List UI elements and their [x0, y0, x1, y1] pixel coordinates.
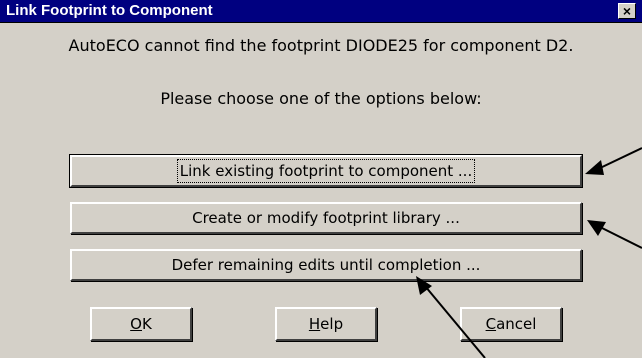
cancel-button[interactable]: Cancel — [460, 307, 562, 341]
defer-edits-label: Defer remaining edits until completion .… — [171, 256, 481, 274]
create-modify-library-button[interactable]: Create or modify footprint library ... — [70, 202, 582, 234]
ok-button[interactable]: OK — [90, 307, 192, 341]
instruction-message: Please choose one of the options below: — [160, 89, 482, 108]
callout-arrow-create — [587, 220, 642, 249]
create-modify-library-label: Create or modify footprint library ... — [192, 209, 460, 227]
callout-arrow-link — [585, 147, 642, 175]
ok-label: OK — [130, 315, 152, 333]
window-title: Link Footprint to Component — [6, 2, 213, 19]
help-label: Help — [308, 315, 344, 333]
help-button[interactable]: Help — [275, 307, 377, 341]
cancel-label: Cancel — [485, 315, 537, 333]
close-icon: × — [622, 3, 632, 19]
title-bar[interactable]: Link Footprint to Component × — [0, 0, 642, 23]
error-message: AutoECO cannot find the footprint DIODE2… — [68, 36, 574, 55]
link-footprint-dialog: Link Footprint to Component × AutoECO ca… — [0, 0, 642, 358]
link-existing-footprint-label: Link existing footprint to component ... — [176, 159, 476, 183]
link-existing-footprint-button[interactable]: Link existing footprint to component ... — [69, 154, 583, 188]
close-button[interactable]: × — [618, 3, 636, 19]
defer-edits-button[interactable]: Defer remaining edits until completion .… — [70, 249, 582, 281]
